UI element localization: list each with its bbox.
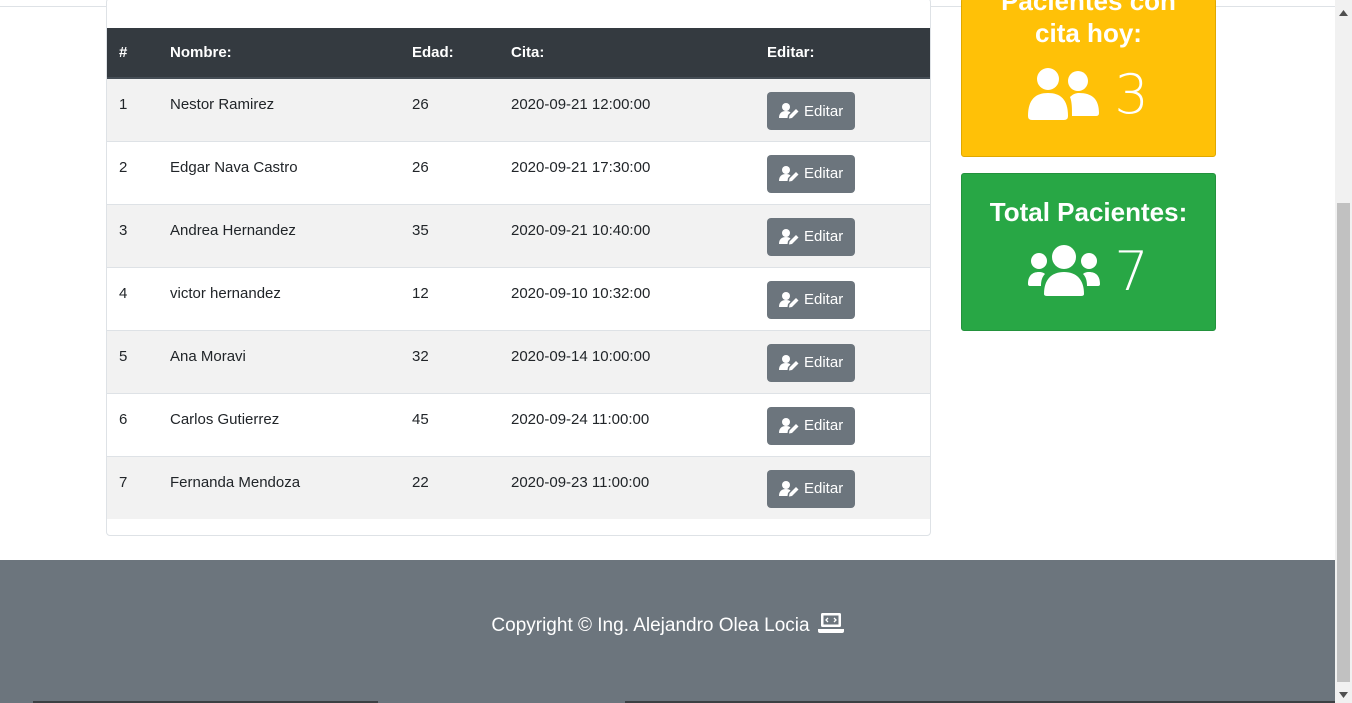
table-row: 7 Fernanda Mendoza 22 2020-09-23 11:00:00 Ed… xyxy=(107,456,930,519)
scroll-down-arrow-icon[interactable] xyxy=(1335,686,1352,703)
total-patients-row: 7 xyxy=(962,240,1215,304)
user-edit-icon xyxy=(779,291,799,308)
edit-button-label: Editar xyxy=(804,102,844,120)
edit-button[interactable]: Editar xyxy=(767,217,856,256)
cell-edit: Editar xyxy=(755,330,930,393)
page: # Nombre: Edad: Cita: Editar: 1 Nestor Ra… xyxy=(0,0,1352,703)
header-edit: Editar: xyxy=(755,28,930,79)
users-icon xyxy=(1028,66,1100,125)
cell-name: Ana Moravi xyxy=(170,347,246,365)
cell-number: 6 xyxy=(119,410,128,428)
cell-appointment: 2020-09-21 12:00:00 xyxy=(511,96,651,113)
cell-appointment: 2020-09-14 10:00:00 xyxy=(511,347,651,365)
cell-appointment: 2020-09-24 11:00:00 xyxy=(511,410,650,428)
edit-button-label: Editar xyxy=(804,480,844,497)
table-row: 4 victor hernandez 12 2020-09-10 10:32:00 Ed… xyxy=(107,267,930,330)
copyright-text: Copyright © Ing. Alejandro Olea Locia xyxy=(491,615,810,636)
user-edit-icon xyxy=(779,417,799,434)
table-row: 6 Carlos Gutierrez 45 2020-09-24 11:00:00 Ed… xyxy=(107,393,930,456)
vertical-scrollbar[interactable] xyxy=(1335,0,1352,703)
user-edit-icon xyxy=(779,103,799,119)
user-edit-icon xyxy=(779,228,799,245)
total-patients-count: 7 xyxy=(1114,240,1149,303)
cell-name: Nestor Ramirez xyxy=(170,96,275,113)
edit-button[interactable]: Editar xyxy=(767,154,856,193)
edit-button[interactable]: Editar xyxy=(767,469,856,508)
cell-name: Edgar Nava Castro xyxy=(170,158,298,176)
cell-number: 4 xyxy=(119,284,128,302)
edit-button-label: Editar xyxy=(804,417,844,434)
user-edit-icon xyxy=(779,354,799,371)
total-patients-title: Total Pacientes: xyxy=(989,197,1188,227)
cell-number: 5 xyxy=(119,347,128,365)
cell-appointment: 2020-09-23 11:00:00 xyxy=(511,473,650,491)
header-age: Edad: xyxy=(400,28,499,79)
edit-button-label: Editar xyxy=(804,354,844,371)
cell-age: 32 xyxy=(412,347,429,365)
cell-number: 1 xyxy=(119,96,128,113)
patients-table: # Nombre: Edad: Cita: Editar: 1 Nestor Ra… xyxy=(107,28,930,519)
cell-edit: Editar xyxy=(755,204,930,267)
header-number: # xyxy=(107,28,158,79)
header-name: Nombre: xyxy=(158,28,400,79)
total-patients-card: Total Pacientes: 7 xyxy=(961,173,1216,331)
cell-name: Andrea Hernandez xyxy=(170,221,296,239)
header-appointment: Cita: xyxy=(499,28,755,79)
user-edit-icon xyxy=(779,165,799,182)
patients-today-title-line2: cita hoy: xyxy=(1035,18,1142,48)
edit-button-label: Editar xyxy=(804,291,844,308)
scroll-up-arrow-icon[interactable] xyxy=(1335,4,1352,21)
table-row: 5 Ana Moravi 32 2020-09-14 10:00:00 Editar xyxy=(107,330,930,393)
scroll-thumb[interactable] xyxy=(1337,203,1350,682)
cell-age: 26 xyxy=(412,158,429,176)
cell-age: 26 xyxy=(412,96,429,113)
cell-age: 12 xyxy=(412,284,429,302)
user-edit-icon xyxy=(779,480,799,497)
cell-edit: Editar xyxy=(755,78,930,141)
table-header-row: # Nombre: Edad: Cita: Editar: xyxy=(107,28,930,79)
table-row: 1 Nestor Ramirez 26 2020-09-21 12:00:00 Edit… xyxy=(107,78,930,141)
edit-button[interactable]: Editar xyxy=(767,92,856,130)
patients-today-row: 3 xyxy=(962,63,1215,127)
edit-button-label: Editar xyxy=(804,165,844,182)
cell-appointment: 2020-09-21 17:30:00 xyxy=(511,158,651,176)
cell-age: 35 xyxy=(412,221,429,239)
patients-today-card: Pacientes con cita hoy: 3 xyxy=(961,0,1216,157)
table-row: 3 Andrea Hernandez 35 2020-09-21 10:40:00 Ed… xyxy=(107,204,930,267)
laptop-code-icon xyxy=(817,612,844,640)
patients-today-title: Pacientes con cita hoy: xyxy=(962,0,1215,49)
edit-button-label: Editar xyxy=(804,228,844,245)
cell-edit: Editar xyxy=(755,456,930,519)
edit-button[interactable]: Editar xyxy=(767,406,856,445)
cell-name: Fernanda Mendoza xyxy=(170,473,301,491)
footer-copyright: Copyright © Ing. Alejandro Olea Locia xyxy=(0,612,1335,640)
table-row: 2 Edgar Nava Castro 26 2020-09-21 17:30:00 E… xyxy=(107,141,930,204)
patients-today-title-line1: Pacientes con xyxy=(1001,0,1176,16)
cell-name: victor hernandez xyxy=(170,284,281,302)
cell-age: 22 xyxy=(412,473,429,491)
cell-number: 3 xyxy=(119,221,128,239)
patients-today-count: 3 xyxy=(1114,63,1149,126)
cell-name: Carlos Gutierrez xyxy=(170,410,280,428)
edit-button[interactable]: Editar xyxy=(767,343,856,382)
footer: Copyright © Ing. Alejandro Olea Locia xyxy=(0,560,1335,703)
cell-number: 7 xyxy=(119,473,128,491)
cell-appointment: 2020-09-21 10:40:00 xyxy=(511,221,651,239)
cell-edit: Editar xyxy=(755,393,930,456)
cell-edit: Editar xyxy=(755,267,930,330)
users-icon xyxy=(1028,244,1101,301)
edit-button[interactable]: Editar xyxy=(767,280,856,319)
cell-number: 2 xyxy=(119,158,128,176)
cell-appointment: 2020-09-10 10:32:00 xyxy=(511,284,651,302)
cell-edit: Editar xyxy=(755,141,930,204)
cell-age: 45 xyxy=(412,410,429,428)
